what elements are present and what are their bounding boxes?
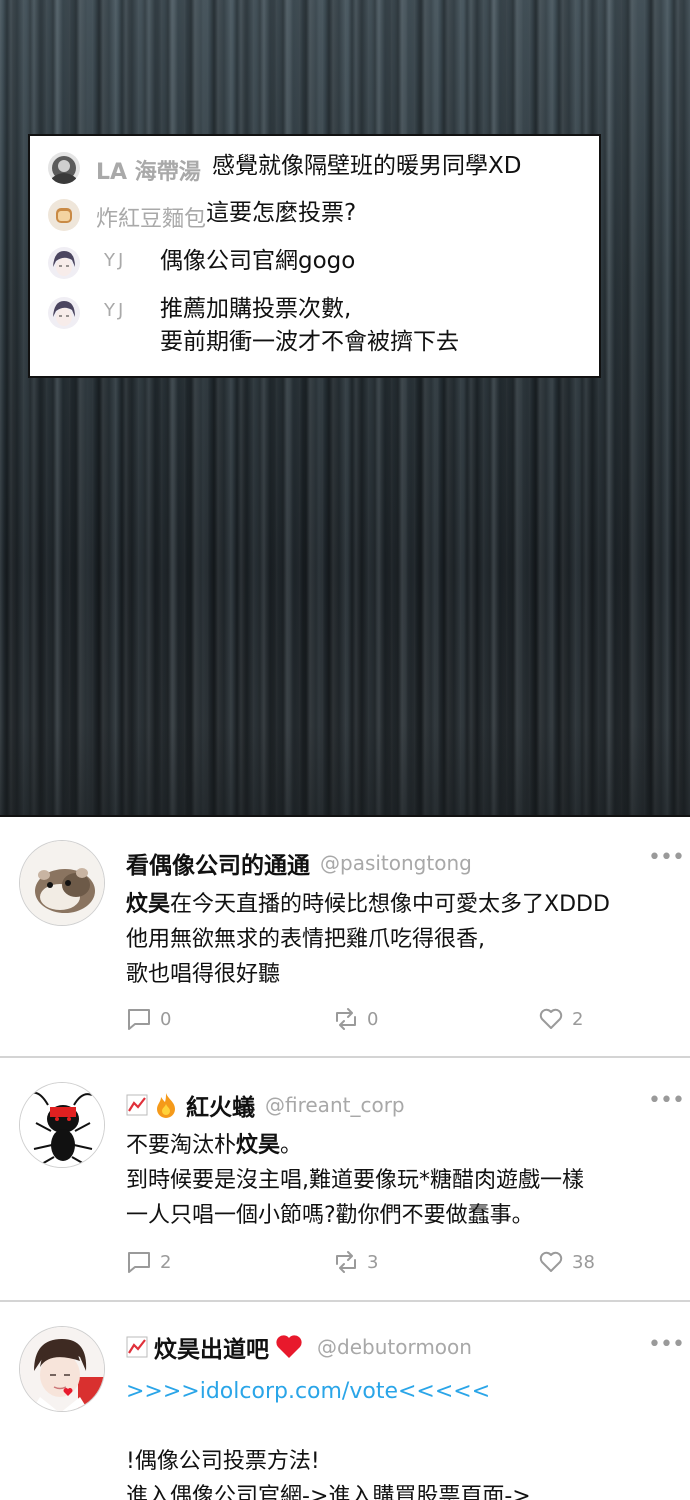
retweet-count: 3 (367, 1251, 379, 1273)
retweet-icon (336, 1251, 356, 1273)
user-handle[interactable]: @fireant_corp (265, 1093, 405, 1117)
reply-icon (128, 1009, 150, 1030)
bold-name: 炆昊 (236, 1133, 281, 1158)
display-name[interactable]: 看偶像公司的通通 (126, 846, 310, 880)
heart-outline-icon (539, 1008, 563, 1029)
post: 紅火蟻 @fireant_corp ••• 不要淘汰朴炆昊。 到時候要是沒主唱,… (0, 1058, 690, 1300)
avatar (48, 297, 80, 329)
comment-text: 感覺就像隔壁班的暖男同學XD (212, 153, 522, 179)
display-name[interactable]: 炆昊出道吧 (154, 1330, 269, 1364)
comment-text-line: 推薦加購投票次數, (160, 296, 352, 322)
post-header: 看偶像公司的通通 @pasitongtong (126, 846, 472, 880)
retweet-button[interactable]: 0 (333, 1007, 378, 1031)
post-text: 一人只唱一個小節嗎?勸你們不要做蠢事。 (126, 1203, 534, 1228)
bold-name: 炆昊 (126, 892, 171, 917)
post-body: 不要淘汰朴炆昊。 到時候要是沒主唱,難道要像玩*糖醋肉遊戲一樣 一人只唱一個小節… (126, 1128, 584, 1233)
comment-text-line: 要前期衝一波才不會被擠下去 (160, 329, 459, 355)
post-text: 進入偶像公司官網->進入購買股票頁面-> (126, 1484, 531, 1500)
like-button[interactable]: 2 (538, 1007, 583, 1031)
avatar (48, 152, 80, 184)
post-text: !偶像公司投票方法! (126, 1449, 320, 1474)
vote-link[interactable]: >>>>idolcorp.com/vote<<<<< (126, 1374, 531, 1409)
retweet-count: 0 (367, 1008, 379, 1030)
post-text: 他用無欲無求的表情把雞爪吃得很香, (126, 927, 485, 952)
reply-count: 2 (160, 1251, 172, 1273)
background-panel: LA 海帶湯 感覺就像隔壁班的暖男同學XD 炸紅豆麵包 這要怎麼投票? YJ 偶… (0, 0, 690, 815)
more-icon[interactable]: ••• (648, 845, 685, 870)
more-icon[interactable]: ••• (648, 1088, 685, 1113)
chart-emoji-icon (126, 1336, 148, 1358)
post: 炆昊出道吧 @debutormoon ••• >>>>idolcorp.com/… (0, 1302, 690, 1500)
comment-username: LA 海帶湯 (96, 160, 201, 185)
post-text: 不要淘汰朴 (126, 1133, 237, 1158)
more-icon[interactable]: ••• (648, 1332, 685, 1357)
red-heart-emoji-icon (276, 1335, 302, 1358)
post-header: 炆昊出道吧 @debutormoon (126, 1330, 472, 1364)
post-text: 歌也唱得很好聽 (126, 962, 281, 987)
like-count: 38 (572, 1251, 595, 1273)
comment-text: 這要怎麼投票? (206, 200, 357, 226)
reply-icon (128, 1252, 150, 1273)
like-button[interactable]: 38 (538, 1250, 595, 1274)
like-count: 2 (572, 1008, 584, 1030)
retweet-icon (336, 1008, 356, 1030)
avatar[interactable] (19, 840, 105, 926)
heart-outline-icon (539, 1251, 563, 1272)
avatar (48, 199, 80, 231)
post-body: >>>>idolcorp.com/vote<<<<< !偶像公司投票方法! 進入… (126, 1374, 531, 1500)
avatar[interactable] (19, 1082, 105, 1168)
chart-emoji-icon (126, 1094, 148, 1116)
post-body: 炆昊在今天直播的時候比想像中可愛太多了XDDD 他用無欲無求的表情把雞爪吃得很香… (126, 887, 610, 992)
comment-username: 炸紅豆麵包 (96, 207, 207, 232)
user-handle[interactable]: @pasitongtong (320, 851, 472, 875)
reply-count: 0 (160, 1008, 172, 1030)
reply-button[interactable]: 0 (126, 1007, 171, 1031)
display-name[interactable]: 紅火蟻 (186, 1088, 255, 1122)
avatar (48, 247, 80, 279)
post-header: 紅火蟻 @fireant_corp (126, 1088, 405, 1122)
post-text: 在今天直播的時候比想像中可愛太多了XDDD (170, 892, 610, 917)
user-handle[interactable]: @debutormoon (317, 1335, 472, 1359)
comment-box: LA 海帶湯 感覺就像隔壁班的暖男同學XD 炸紅豆麵包 這要怎麼投票? YJ 偶… (28, 134, 601, 378)
comment-username: YJ (104, 300, 127, 321)
comment-username: YJ (104, 250, 127, 271)
fire-emoji-icon (157, 1093, 175, 1118)
retweet-button[interactable]: 3 (333, 1250, 378, 1274)
avatar[interactable] (19, 1326, 105, 1412)
post-text: 。 (280, 1133, 303, 1158)
reply-button[interactable]: 2 (126, 1250, 171, 1274)
comment-text: 偶像公司官網gogo (160, 248, 356, 274)
post: 看偶像公司的通通 @pasitongtong ••• 炆昊在今天直播的時候比想像… (0, 817, 690, 1057)
post-text: 到時候要是沒主唱,難道要像玩*糖醋肉遊戲一樣 (126, 1168, 584, 1193)
